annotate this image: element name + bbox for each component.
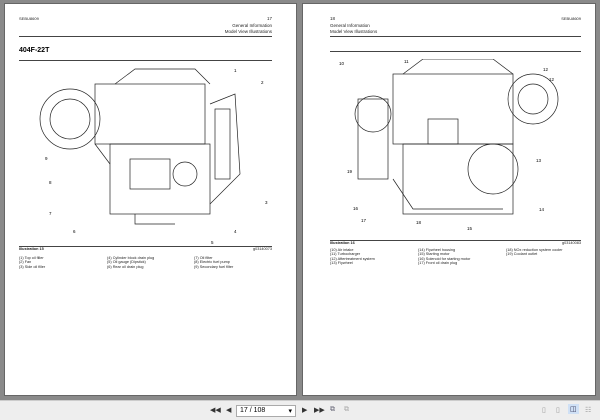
- callout: 8: [49, 180, 52, 185]
- callout: 9: [45, 156, 48, 161]
- callout: 10: [339, 61, 345, 66]
- model-heading: 404F-22T: [19, 47, 50, 54]
- single-page-icon[interactable]: ▯: [542, 406, 546, 414]
- chevron-down-icon[interactable]: ▾: [288, 407, 292, 415]
- callout: 1: [234, 68, 237, 73]
- two-page-view-icon[interactable]: ◫: [568, 404, 579, 414]
- callout: 12: [549, 77, 555, 82]
- last-page-icon[interactable]: ▶▶: [314, 406, 325, 414]
- next-page-icon[interactable]: ▶: [302, 406, 307, 414]
- callout: 19: [347, 169, 353, 174]
- illustration-label: Illustration 15: [19, 247, 44, 251]
- callout: 18: [416, 220, 422, 225]
- callout: 11: [404, 59, 409, 64]
- rotate-icon[interactable]: ⧉: [330, 406, 335, 414]
- section-title: General Information: [330, 23, 370, 28]
- page-number: 17: [266, 16, 272, 21]
- divider: [330, 36, 581, 37]
- callout: 6: [73, 229, 76, 234]
- subsection-title: Model View Illustrations: [224, 29, 272, 34]
- legend-item: (17) Front oil drain plug: [418, 260, 458, 265]
- legend-item: (13) Flywheel: [330, 260, 353, 265]
- callout: 2: [261, 80, 264, 85]
- callout: 3: [265, 200, 268, 205]
- viewer-toolbar: ◀◀ ◀ 17 / 108 ▾ ▶ ▶▶ ⧉ ⧉ ▯ ▯ ◫ ☷: [0, 400, 600, 420]
- legend-col: (10) Air intake (11) Turbocharger (12) Aft…: [330, 248, 375, 265]
- continuous-page-icon[interactable]: ▯: [556, 406, 560, 414]
- left-page: SEBU8609 17 General Information Model Vi…: [4, 3, 297, 396]
- legend-col: (18) NOx reduction system cooler (19) Coo…: [506, 248, 563, 257]
- first-page-icon[interactable]: ◀◀: [210, 406, 221, 414]
- legend-item: (3) Side oil filler: [19, 264, 46, 269]
- legend-item: (8) Electric fuel pump: [194, 260, 230, 265]
- two-page-continuous-icon[interactable]: ☷: [585, 406, 591, 414]
- divider: [330, 51, 581, 52]
- copy-icon[interactable]: ⧉: [344, 406, 349, 414]
- right-page: 18 SEBU8609 General Information Model Vi…: [302, 3, 596, 396]
- page-field-value: 17 / 108: [240, 407, 266, 414]
- divider: [330, 240, 581, 241]
- subsection-title: Model View Illustrations: [330, 29, 378, 34]
- callout: 13: [536, 158, 542, 163]
- callout: 15: [467, 226, 473, 231]
- engine-illustration: [39, 68, 241, 225]
- image-id: g03140083: [561, 241, 581, 245]
- page-number-input[interactable]: 17 / 108 ▾: [236, 405, 296, 417]
- section-title: General Information: [232, 23, 272, 28]
- divider: [19, 36, 272, 37]
- legend-col: (1) Top oil filler (2) Fan (3) Side oil fi…: [19, 256, 45, 269]
- page-number: 18: [330, 16, 336, 21]
- callout: 5: [211, 240, 214, 245]
- legend-item: (9) Secondary fuel filter: [194, 264, 234, 269]
- divider: [19, 246, 272, 247]
- callout: 4: [234, 229, 237, 234]
- illustration-label: Illustration 16: [330, 241, 355, 245]
- callout: 16: [353, 206, 359, 211]
- engine-illustration: [354, 59, 559, 215]
- legend-col: (4) Cylinder block drain plug (5) Oil gau…: [107, 256, 154, 269]
- callout: 12: [543, 67, 549, 72]
- legend-col: (7) Oil filter (8) Electric fuel pump (9) …: [194, 256, 233, 269]
- legend-col: (14) Flywheel housing (15) Starting motor…: [418, 248, 470, 265]
- previous-page-icon[interactable]: ◀: [226, 406, 231, 414]
- callout: 7: [49, 211, 52, 216]
- image-id: g03140073: [252, 247, 272, 251]
- legend-item: (19) Coolant outlet: [506, 252, 538, 257]
- legend-item: (6) Rear oil drain plug: [107, 264, 144, 269]
- doc-id: SEBU8609: [561, 16, 581, 21]
- divider: [19, 60, 272, 61]
- callout: 17: [361, 218, 367, 223]
- doc-id: SEBU8609: [19, 16, 39, 21]
- callout: 14: [539, 207, 545, 212]
